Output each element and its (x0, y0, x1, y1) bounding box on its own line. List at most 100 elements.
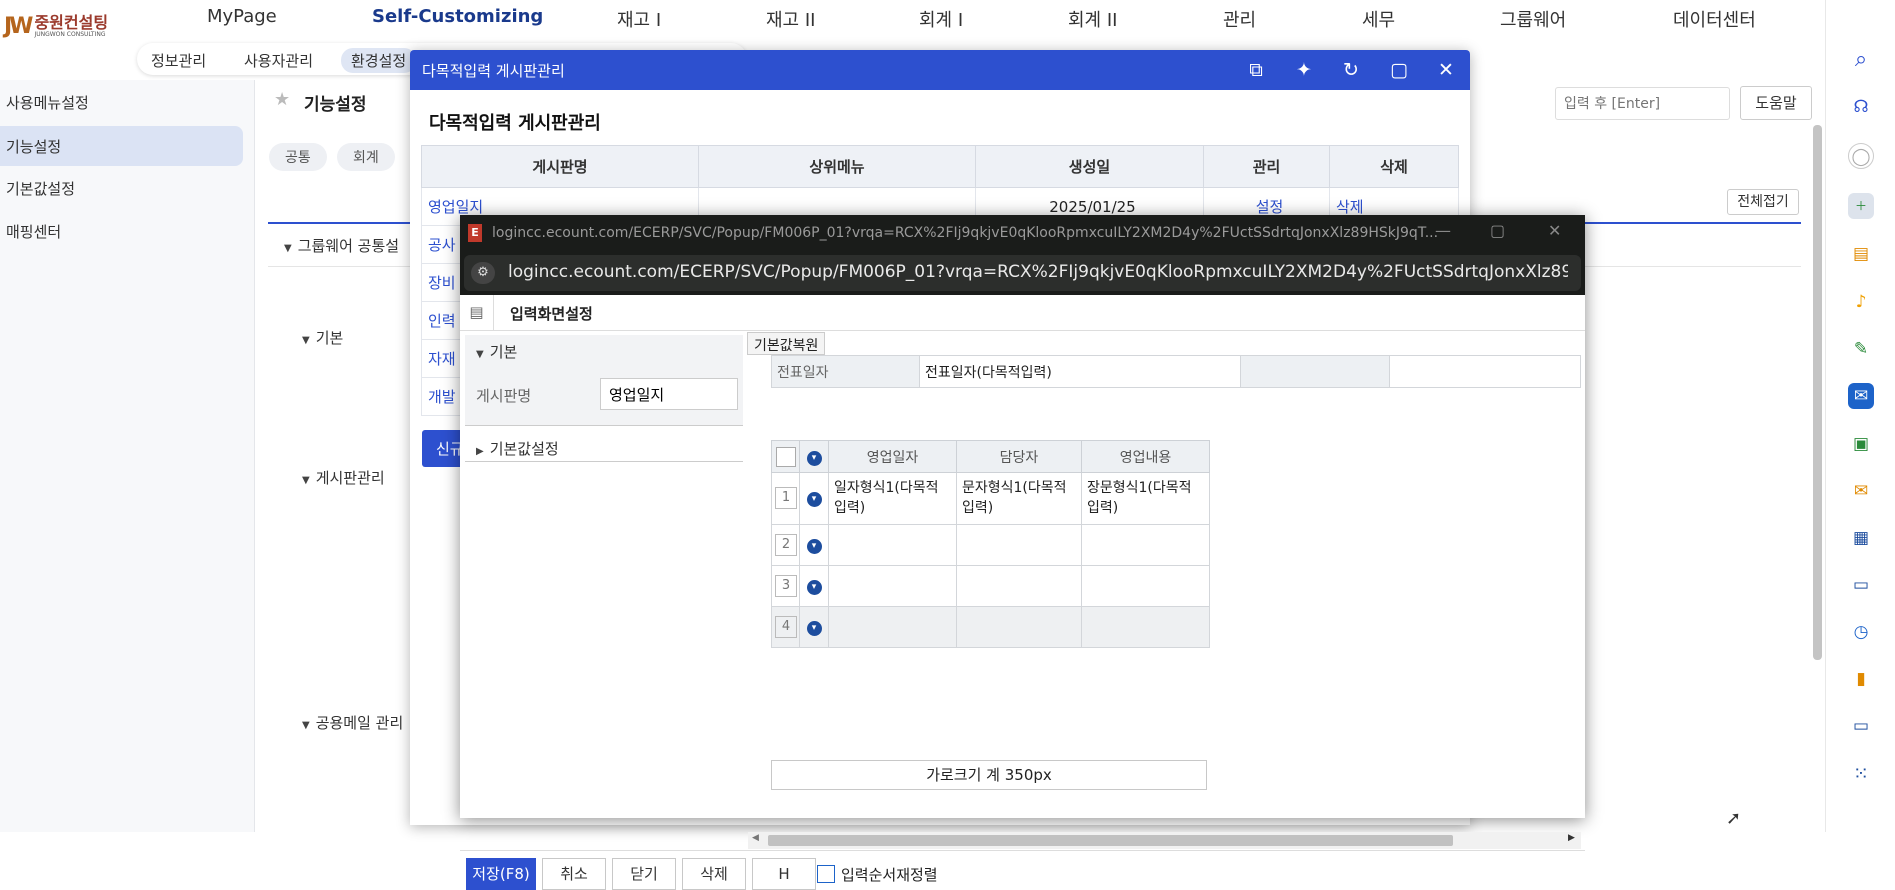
row-menu-icon[interactable]: ▾ (806, 539, 822, 554)
external-link-icon[interactable]: ⧉ (1242, 56, 1270, 84)
share-icon[interactable]: ✎ (1848, 336, 1874, 362)
clock-icon[interactable]: ◷ (1848, 619, 1874, 645)
menu-inventory-2[interactable]: 재고 II (766, 6, 815, 32)
app-grid-icon[interactable]: ⁙ (1848, 761, 1874, 787)
grid-cell[interactable] (1081, 524, 1210, 566)
scroll-left-icon[interactable]: ◀ (752, 833, 759, 843)
maximize-icon[interactable]: ▢ (1385, 56, 1413, 84)
headset-icon[interactable]: ☊ (1848, 94, 1874, 120)
select-all-checkbox[interactable] (775, 446, 796, 467)
date-field-row: 전표일자 전표일자(다목적입력) (771, 355, 1581, 388)
row-menu-icon[interactable]: ▾ (806, 492, 822, 507)
grid-cell[interactable] (956, 565, 1082, 607)
sidebar-item-function-settings[interactable]: 기능설정 (0, 126, 243, 166)
horizontal-scrollbar[interactable]: ◀ ▶ (748, 832, 1581, 849)
section-board-management[interactable]: ▼ 게시판관리 (302, 467, 385, 488)
grid-cell[interactable]: 장문형식1(다목적입력) (1081, 472, 1210, 525)
scroll-right-icon[interactable]: ▶ (1568, 833, 1575, 843)
chip-common[interactable]: 공통 (269, 143, 327, 171)
window-close-icon[interactable]: ✕ (1548, 221, 1561, 240)
menu-management[interactable]: 관리 (1223, 6, 1256, 32)
site-settings-icon[interactable]: ⚙ (471, 262, 495, 284)
search-input[interactable] (1555, 87, 1730, 120)
user-avatar-icon[interactable]: ◯ (1848, 143, 1874, 169)
column-menu-icon[interactable]: ▾ (806, 450, 822, 466)
help-button[interactable]: 도움말 (1740, 86, 1812, 120)
menu-accounting-1[interactable]: 회계 I (919, 6, 963, 32)
mobile-message-icon[interactable]: ▣ (1848, 431, 1874, 457)
payment-icon[interactable]: ▭ (1848, 572, 1874, 598)
sidebar-item-mapping-center[interactable]: 매핑센터 (0, 211, 243, 251)
chat-icon[interactable]: ✉ (1848, 383, 1874, 409)
date-field-label: 전표일자 (772, 356, 920, 387)
subnav-environment-settings[interactable]: 환경설정 (341, 48, 417, 73)
add-window-icon[interactable]: ＋ (1848, 193, 1874, 219)
grid-cell[interactable] (956, 606, 1082, 648)
save-button[interactable]: 저장(F8) (466, 858, 536, 890)
col-parent-menu: 상위메뉴 (698, 145, 976, 188)
sidebar-item-default-settings[interactable]: 기본값설정 (0, 168, 243, 208)
left-section-default-values[interactable]: ▶ 기본값설정 (476, 438, 559, 459)
popup-page-title: 입력화면설정 (510, 305, 593, 323)
sidebar-item-menu-settings[interactable]: 사용메뉴설정 (0, 82, 243, 122)
grid-cell[interactable]: 일자형식1(다목적입력) (828, 472, 957, 525)
minimize-icon[interactable]: — (1435, 221, 1451, 240)
menu-accounting-2[interactable]: 회계 II (1068, 6, 1117, 32)
grid-cell[interactable]: 문자형식1(다목적입력) (956, 472, 1082, 525)
restore-defaults-button[interactable]: 기본값복원 (747, 332, 826, 355)
company-logo[interactable]: JW 중원컨설팅 JUNGWON CONSULTING (4, 14, 108, 39)
pin-icon[interactable]: ✦ (1290, 56, 1318, 84)
subnav-info-management[interactable]: 정보관리 (141, 48, 216, 73)
chip-accounting[interactable]: 회계 (337, 143, 395, 171)
reorder-checkbox[interactable] (817, 865, 835, 883)
delete-button[interactable]: 삭제 (682, 858, 746, 890)
h-button[interactable]: H (752, 858, 816, 890)
refresh-icon[interactable]: ↻ (1337, 56, 1365, 84)
menu-data-center[interactable]: 데이터센터 (1673, 6, 1756, 32)
grid-cell[interactable] (828, 565, 957, 607)
search-icon[interactable]: ⌕ (1848, 47, 1874, 73)
grid-cell[interactable] (828, 524, 957, 566)
logo-mark: JW (4, 14, 34, 39)
menu-self-customizing[interactable]: Self-Customizing (372, 6, 543, 27)
groupware-common-header[interactable]: ▼ 그룹웨어 공통설 (284, 235, 399, 256)
board-name-input[interactable] (600, 378, 738, 410)
grid-cell[interactable] (956, 524, 1082, 566)
menu-mypage[interactable]: MyPage (207, 6, 277, 27)
row-number: 3 (775, 575, 797, 597)
notepad-icon[interactable]: ▤ (1848, 241, 1874, 267)
close-icon[interactable]: ✕ (1432, 56, 1460, 84)
menu-inventory-1[interactable]: 재고 I (617, 6, 661, 32)
grid-cell[interactable] (828, 606, 957, 648)
restore-window-icon[interactable]: ▢ (1490, 221, 1505, 240)
row-menu-icon[interactable]: ▾ (806, 621, 822, 636)
menu-tax[interactable]: 세무 (1362, 6, 1395, 32)
grid-cell[interactable] (1081, 565, 1210, 607)
left-sidebar: 사용메뉴설정 기능설정 기본값설정 매핑센터 (0, 80, 255, 832)
left-section-basic[interactable]: ▼ 기본 (476, 341, 517, 362)
book-icon[interactable]: ▮ (1848, 666, 1874, 692)
close-button[interactable]: 닫기 (612, 858, 676, 890)
menu-groupware[interactable]: 그룹웨어 (1500, 6, 1566, 32)
grid-cell[interactable] (1081, 606, 1210, 648)
kiosk-icon[interactable]: ▦ (1848, 525, 1874, 551)
ecount-favicon-icon: E (468, 224, 482, 242)
input-screen-settings-popup: E logincc.ecount.com/ECERP/SVC/Popup/FM0… (460, 215, 1585, 890)
cancel-button[interactable]: 취소 (542, 858, 606, 890)
collapse-all-button[interactable]: 전체접기 (1727, 189, 1799, 215)
section-shared-mail[interactable]: ▼ 공용메일 관리 (302, 712, 403, 733)
section-basic[interactable]: ▼ 기본 (302, 327, 343, 348)
favorite-star-icon[interactable]: ★ (274, 89, 290, 110)
main-scrollbar[interactable] (1813, 125, 1822, 660)
inbox-icon[interactable]: ✉ (1848, 478, 1874, 504)
col-sales-content: 영업내용 (1081, 440, 1210, 473)
top-navigation: JW 중원컨설팅 JUNGWON CONSULTING MyPage Self-… (0, 0, 1825, 40)
address-url[interactable]: logincc.ecount.com/ECERP/SVC/Popup/FM006… (508, 262, 1568, 282)
scrollbar-thumb[interactable] (768, 835, 1453, 846)
subnav-user-management[interactable]: 사용자관리 (234, 48, 323, 73)
bell-icon[interactable]: ♪ (1848, 289, 1874, 315)
row-menu-icon[interactable]: ▾ (806, 580, 822, 595)
money-icon[interactable]: ▭ (1848, 713, 1874, 739)
date-field-value[interactable]: 전표일자(다목적입력) (925, 362, 1052, 382)
document-icon: ▤ (460, 295, 494, 331)
